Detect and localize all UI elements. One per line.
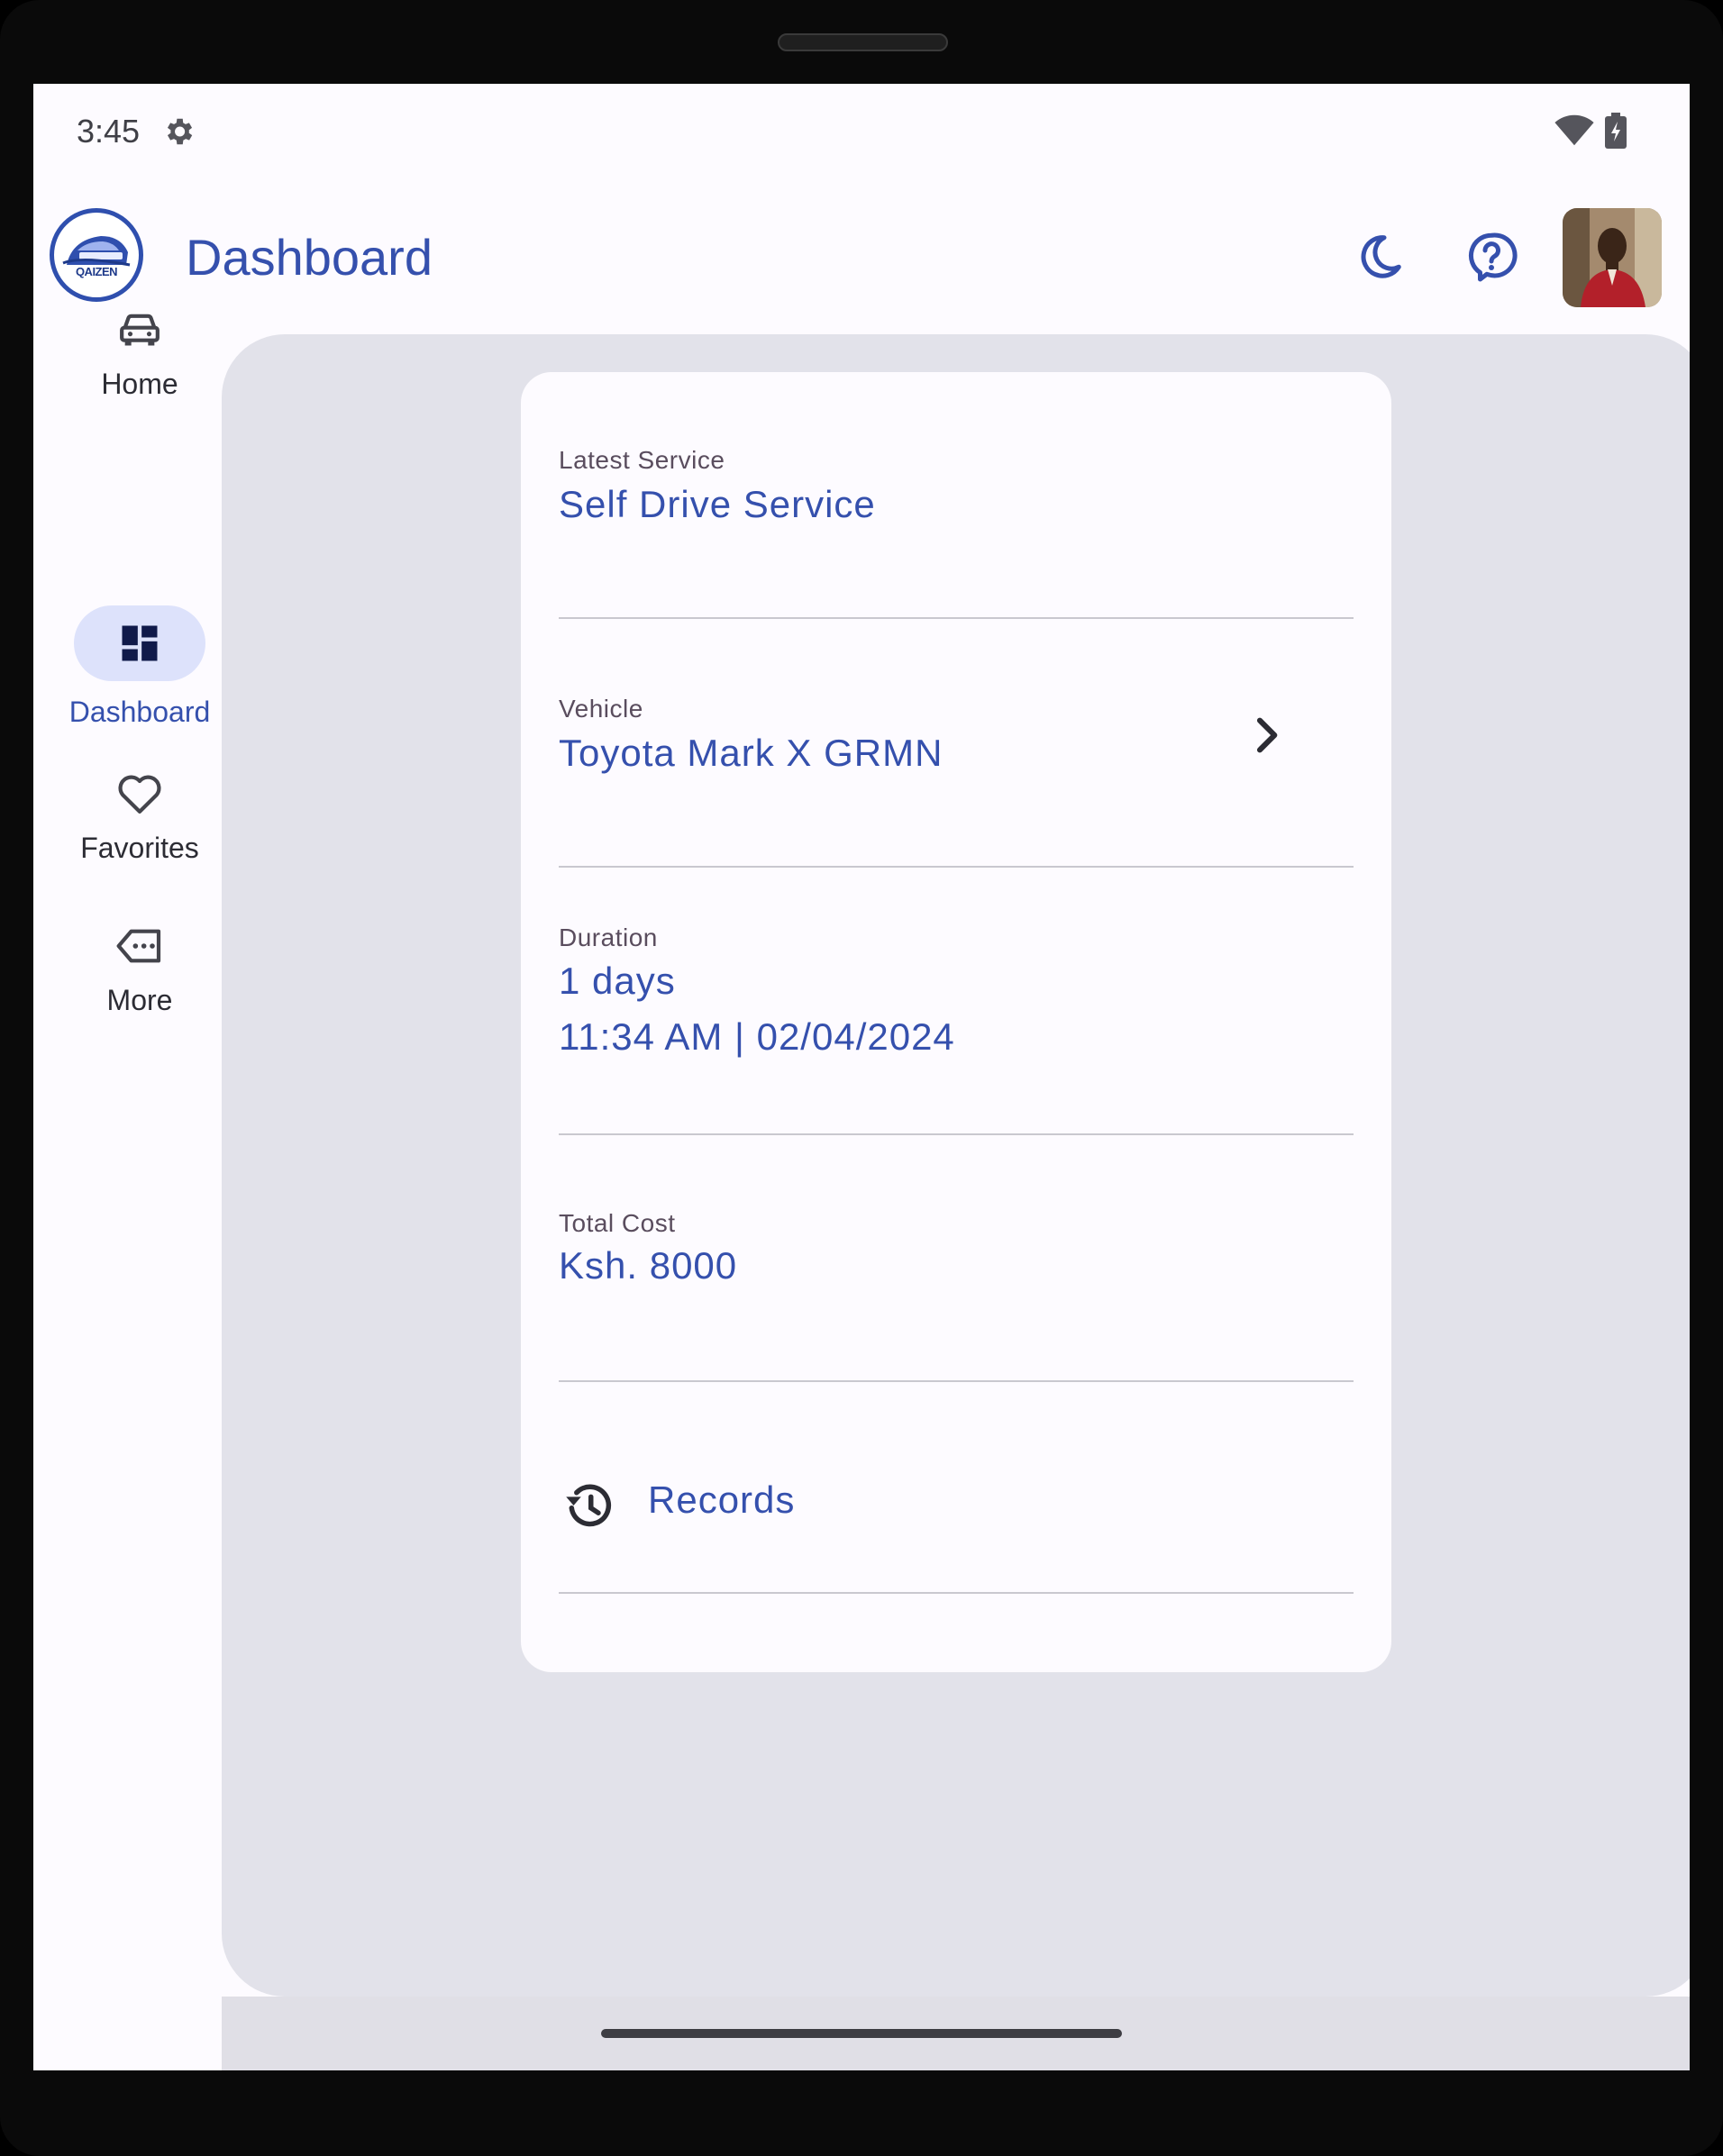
gesture-bar[interactable] (601, 2029, 1122, 2038)
nav-item-more[interactable]: More (55, 921, 224, 1017)
nav-item-favorites[interactable]: Favorites (55, 769, 224, 865)
dashboard-icon (122, 625, 158, 661)
app-logo: QAIZEN (50, 208, 143, 302)
status-bar: 3:45 (33, 84, 1690, 183)
help-icon[interactable] (1464, 230, 1518, 284)
more-tag-icon (116, 929, 161, 963)
profile-avatar[interactable] (1563, 208, 1662, 307)
logo-text: QAIZEN (75, 265, 118, 278)
service-card: Latest Service Self Drive Service Vehicl… (521, 372, 1391, 1672)
page-title: Dashboard (186, 229, 433, 286)
nav-label-more: More (106, 984, 173, 1016)
app-screen: 3:45 QAIZEN Dashboard Home Dashboard Fav… (33, 84, 1690, 2070)
logo-car-icon (62, 236, 131, 267)
nav-item-dashboard[interactable]: Dashboard (55, 605, 224, 729)
device-speaker (778, 33, 948, 51)
nav-label-favorites: Favorites (80, 832, 199, 864)
divider-records (559, 372, 1354, 1594)
status-time: 3:45 (77, 113, 141, 150)
active-indicator (74, 605, 205, 681)
settings-icon (167, 118, 193, 145)
nav-label-dashboard: Dashboard (68, 696, 211, 728)
heart-icon (118, 775, 161, 814)
battery-charging-icon (1605, 113, 1627, 149)
device-bezel: 3:45 QAIZEN Dashboard Home Dashboard Fav… (0, 0, 1723, 2156)
nav-label-home: Home (101, 368, 178, 400)
avatar-photo (1563, 208, 1662, 307)
wifi-icon (1554, 114, 1594, 146)
car-icon (120, 314, 160, 346)
nav-item-home[interactable]: Home (55, 305, 224, 401)
dark-mode-moon-icon[interactable] (1353, 230, 1407, 284)
